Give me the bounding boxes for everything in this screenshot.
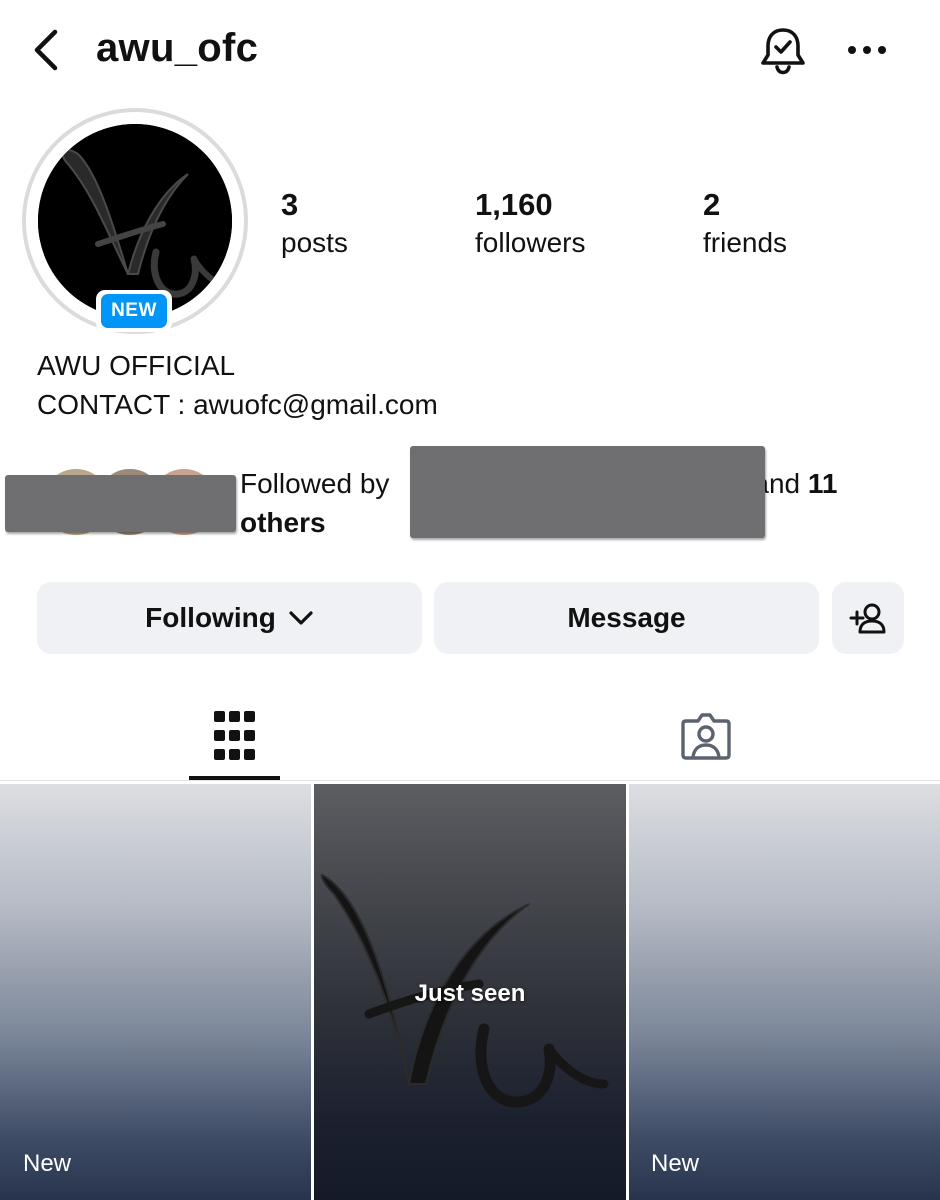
profile-username: awu_ofc — [96, 26, 259, 70]
awu-logo-icon — [38, 124, 232, 318]
chevron-left-icon — [34, 29, 58, 71]
grid-tile[interactable]: Just seen — [314, 784, 626, 1200]
bio-name: AWU OFFICIAL — [37, 350, 236, 381]
add-friend-button[interactable] — [832, 582, 904, 654]
tab-posts-grid[interactable] — [189, 690, 280, 782]
redaction-block — [5, 475, 236, 532]
grid-tile[interactable]: New — [0, 784, 311, 1200]
notifications-button[interactable] — [756, 22, 810, 78]
following-button[interactable]: Following — [37, 582, 422, 654]
friends-stat[interactable]: 2 friends — [703, 186, 787, 262]
redaction-block — [410, 446, 765, 538]
followers-label: followers — [475, 227, 586, 258]
profile-bio: AWU OFFICIAL CONTACT : awuofc@gmail.com — [37, 346, 438, 424]
grid-tile[interactable]: New — [629, 784, 940, 1200]
back-button[interactable] — [26, 24, 66, 76]
avatar-image — [38, 124, 232, 318]
followers-count: 1,160 — [475, 187, 553, 222]
bell-check-icon — [761, 27, 805, 75]
add-person-icon — [849, 603, 886, 634]
tagged-person-icon — [681, 713, 731, 760]
posts-stat[interactable]: 3 posts — [281, 186, 348, 262]
tile-label: New — [651, 1150, 700, 1177]
tab-tagged[interactable] — [660, 690, 752, 782]
followed-by-prefix: Followed by — [240, 468, 390, 499]
more-horizontal-icon — [848, 46, 886, 54]
followers-stat[interactable]: 1,160 followers — [475, 186, 585, 262]
more-options-button[interactable] — [842, 30, 892, 70]
message-button[interactable]: Message — [434, 582, 819, 654]
following-label: Following — [145, 602, 276, 633]
friends-label: friends — [703, 227, 788, 258]
chevron-down-icon — [289, 611, 313, 625]
new-badge: NEW — [96, 290, 172, 332]
friends-count: 2 — [703, 187, 721, 222]
tile-label: Just seen — [414, 980, 526, 1007]
new-badge-label: NEW — [101, 294, 167, 328]
tile-label: New — [23, 1150, 72, 1177]
bio-contact: CONTACT : awuofc@gmail.com — [37, 389, 438, 420]
posts-count: 3 — [281, 187, 299, 222]
message-label: Message — [567, 602, 686, 633]
posts-label: posts — [281, 227, 348, 258]
profile-header: awu_ofc — [0, 0, 940, 100]
tab-divider — [0, 780, 940, 781]
grid-icon — [213, 711, 255, 760]
